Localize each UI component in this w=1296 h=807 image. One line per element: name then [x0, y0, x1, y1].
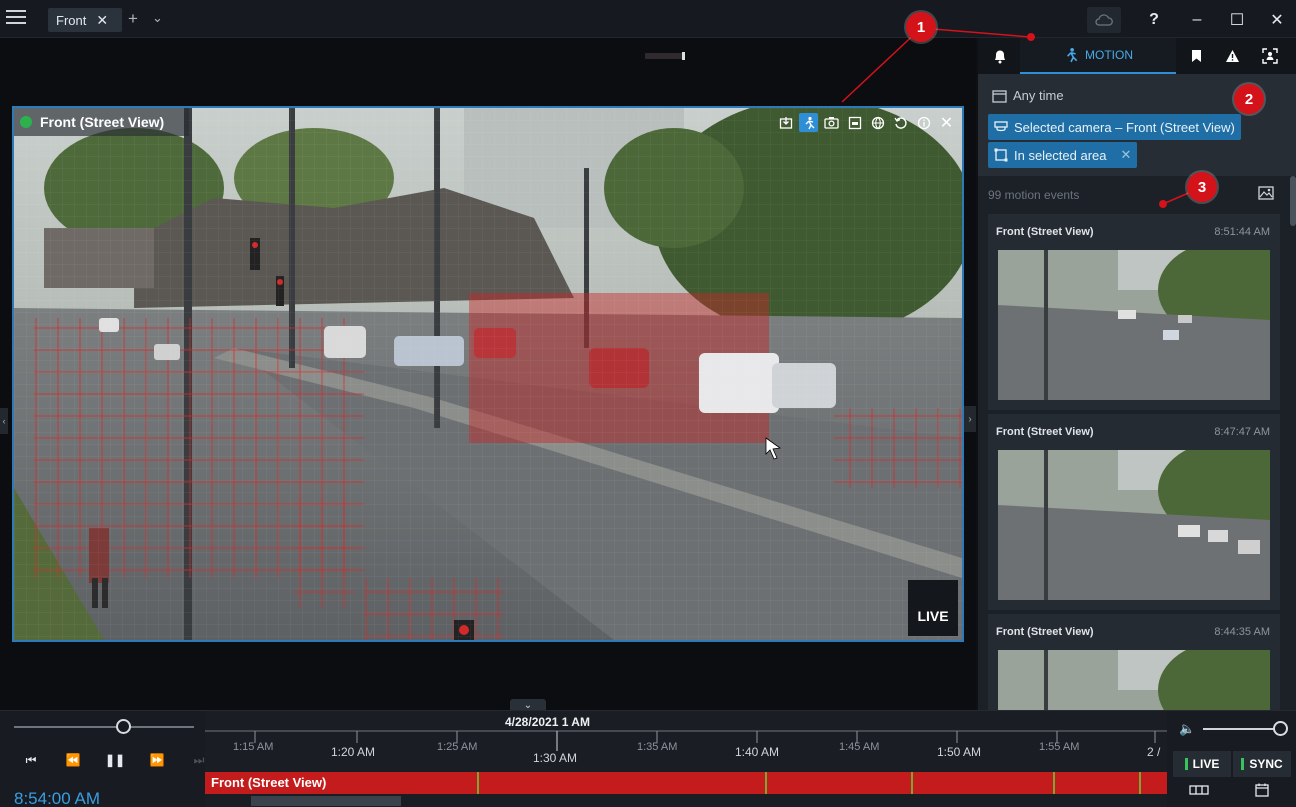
- volume-slider-handle[interactable]: [1273, 721, 1288, 736]
- pause-icon[interactable]: ❚❚: [104, 753, 126, 768]
- motion-marker: [1139, 772, 1141, 794]
- tick-label: 1:20 AM: [331, 745, 376, 759]
- timeline[interactable]: 4/28/2021 1 AM 1:15 AM 1:20 AM 1:25 AM 1…: [205, 711, 1167, 807]
- tick-label: 2 /: [1147, 745, 1161, 759]
- tick-label: 1:15 AM: [233, 741, 274, 753]
- annotation-badge-2: 2: [1234, 84, 1264, 114]
- motion-marker: [477, 772, 479, 794]
- layout-strip-icon[interactable]: [1189, 783, 1209, 799]
- annotation-badge-1: 1: [906, 12, 936, 42]
- rewind-icon[interactable]: ⏪: [62, 753, 84, 768]
- motion-marker: [1053, 772, 1055, 794]
- annotation-dot: [1159, 200, 1167, 208]
- fast-forward-icon[interactable]: ⏩: [146, 753, 168, 768]
- live-button-label: LIVE: [1192, 757, 1220, 771]
- tick-label: 1:45 AM: [839, 741, 880, 753]
- track-label: Front (Street View): [211, 775, 327, 790]
- motion-marker: [765, 772, 767, 794]
- current-time: 8:54:00 AM: [14, 789, 101, 807]
- app-window: Front ✕ + ⌄ ? – ☐ ✕ Front (Street View) …: [0, 0, 1296, 807]
- tick-label: 1:35 AM: [637, 741, 678, 753]
- speed-slider-track[interactable]: [14, 726, 194, 728]
- sync-button[interactable]: SYNC: [1233, 751, 1291, 777]
- annotation-dot: [1027, 33, 1035, 41]
- tick-label: 1:30 AM: [533, 751, 578, 765]
- motion-track[interactable]: Front (Street View): [205, 772, 1167, 794]
- timeline-date: 4/28/2021 1 AM: [505, 715, 590, 729]
- annotation-lines: [841, 27, 1201, 205]
- sync-button-label: SYNC: [1249, 757, 1283, 771]
- playback-bar: ⏮ ⏪ ❚❚ ⏩ ⏭ 8:54:00 AM 4/28/2021 1 AM 1:1…: [0, 710, 1296, 807]
- motion-marker: [911, 772, 913, 794]
- speed-slider-handle[interactable]: [116, 719, 131, 734]
- tick-label: 1:55 AM: [1039, 741, 1080, 753]
- calendar-picker-icon[interactable]: [1255, 783, 1269, 800]
- live-indicator: [1184, 758, 1188, 770]
- timeline-scrollbar[interactable]: [251, 796, 401, 806]
- volume-icon[interactable]: 🔈: [1179, 721, 1195, 737]
- live-button[interactable]: LIVE: [1173, 751, 1231, 777]
- volume-slider-track[interactable]: [1203, 728, 1283, 730]
- tick-label: 1:40 AM: [735, 745, 780, 759]
- tick-label: 1:50 AM: [937, 745, 982, 759]
- tick-label: 1:25 AM: [437, 741, 478, 753]
- sync-indicator: [1241, 758, 1245, 770]
- skip-start-icon[interactable]: ⏮: [20, 753, 42, 768]
- playback-right-controls: 🔈 LIVE SYNC: [1167, 711, 1296, 807]
- annotation-badge-3: 3: [1187, 172, 1217, 202]
- playback-controls: ⏮ ⏪ ❚❚ ⏩ ⏭ 8:54:00 AM: [0, 711, 205, 807]
